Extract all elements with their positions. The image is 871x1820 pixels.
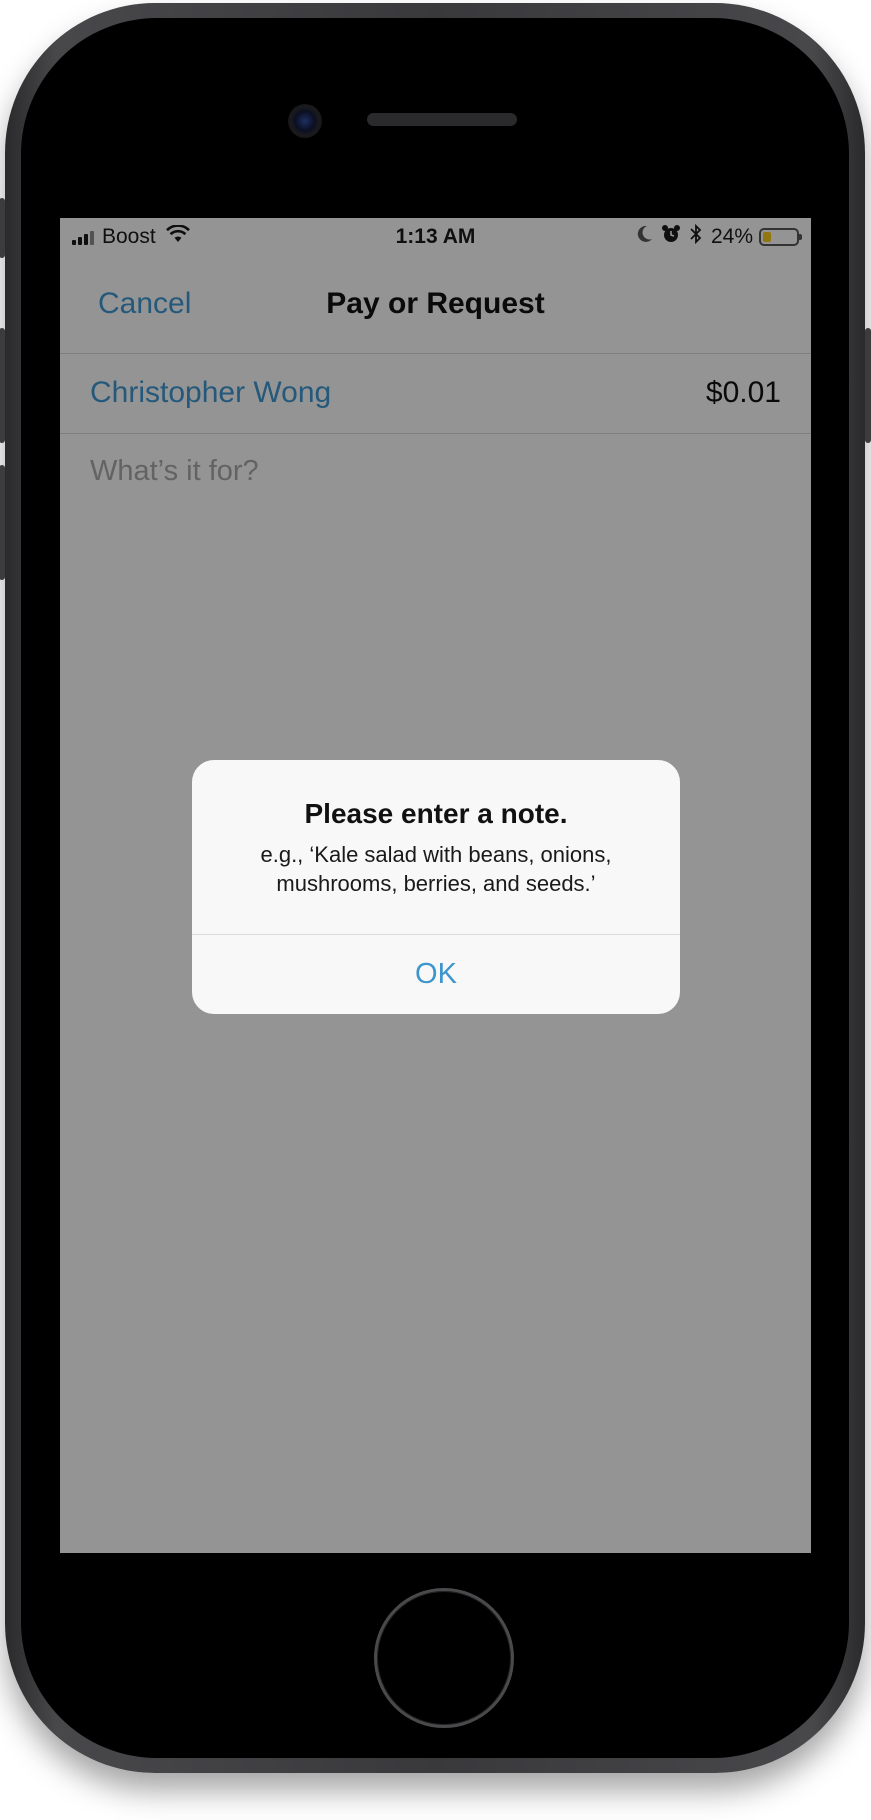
front-camera [288,104,322,138]
earpiece-speaker [367,113,517,126]
app-screen: Boost 1:13 AM 24% Cancel Pay or Request … [60,218,811,1553]
mute-switch [0,198,5,258]
power-button [865,328,871,443]
volume-up-button [0,328,5,443]
page: Boost 1:13 AM 24% Cancel Pay or Request … [0,0,871,1820]
alert-dialog: Please enter a note. e.g., ‘Kale salad w… [192,760,680,1014]
home-button[interactable] [374,1588,514,1728]
alert-title: Please enter a note. [304,798,568,829]
volume-down-button [0,465,5,580]
alert-message: e.g., ‘Kale salad with beans, onions, mu… [260,842,612,896]
ok-button[interactable]: OK [192,935,680,1014]
